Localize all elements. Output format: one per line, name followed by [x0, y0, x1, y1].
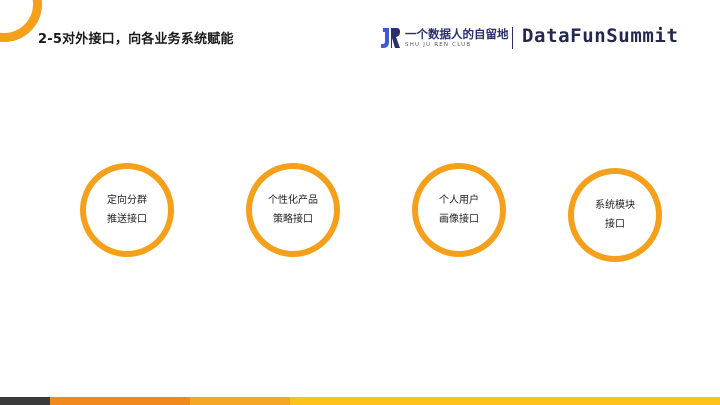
- node-personalized-product-api[interactable]: 个性化产品 策略接口: [246, 163, 340, 257]
- node-label-line1: 个性化产品: [268, 195, 318, 206]
- footer-segment: [50, 397, 190, 405]
- node-label-line2: 接口: [605, 219, 625, 230]
- slide-title: 2-5对外接口，向各业务系统赋能: [38, 32, 234, 47]
- brand-logo-text: DataFunSummit: [522, 25, 679, 47]
- node-label-line2: 画像接口: [439, 214, 479, 225]
- node-label-line1: 定向分群: [107, 195, 147, 206]
- node-label-line1: 系统模块: [595, 200, 635, 211]
- header-logo: 一个数据人的自留地 SHU JU REN CLUB DataFunSummit: [379, 24, 709, 54]
- node-user-profile-api[interactable]: 个人用户 画像接口: [412, 163, 506, 257]
- footer-segment: [190, 397, 290, 405]
- node-targeted-push-api[interactable]: 定向分群 推送接口: [80, 163, 174, 257]
- logo-text-en: SHU JU REN CLUB: [405, 42, 472, 48]
- footer-segment: [0, 397, 50, 405]
- corner-decoration: [0, 0, 42, 42]
- logo-text-cn: 一个数据人的自留地: [405, 27, 509, 41]
- logo-divider: [512, 27, 513, 49]
- logo-icon: [381, 28, 400, 48]
- node-label-line2: 策略接口: [273, 214, 313, 225]
- node-label-line2: 推送接口: [107, 214, 147, 225]
- node-label-line1: 个人用户: [439, 195, 479, 206]
- footer-segment: [290, 397, 720, 405]
- footer-bar: [0, 397, 720, 405]
- node-system-module-api[interactable]: 系统模块 接口: [568, 168, 662, 262]
